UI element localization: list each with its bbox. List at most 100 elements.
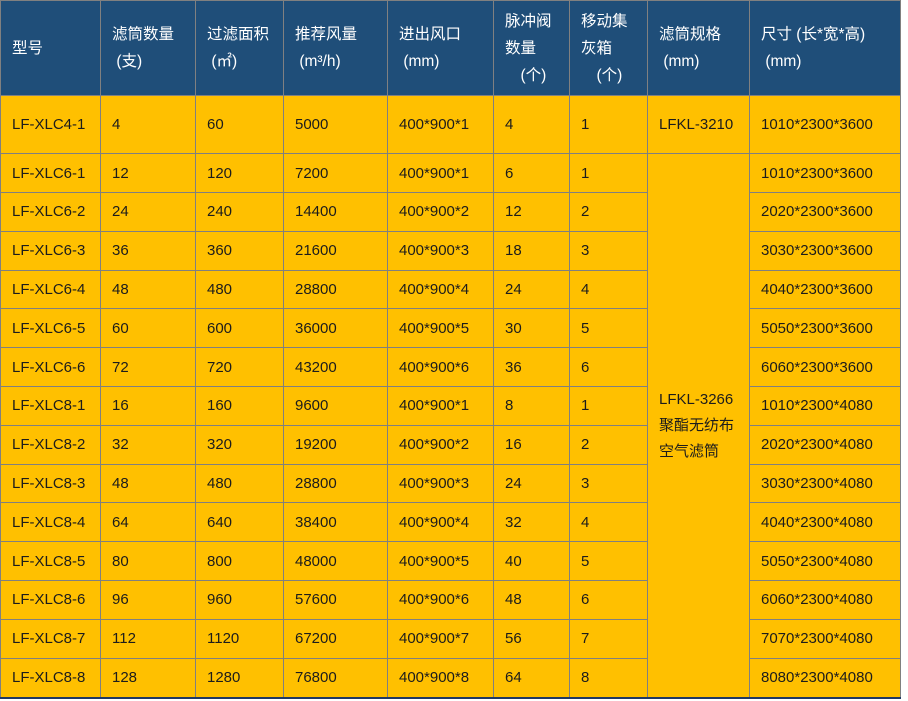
cell-inlet-outlet: 400*900*4 bbox=[388, 270, 494, 309]
cell-pulse-valves: 8 bbox=[494, 386, 570, 425]
cell-airflow: 7200 bbox=[284, 154, 388, 193]
header-cell-inlet-outlet: 进出风口 (mm) bbox=[388, 1, 494, 96]
cell-pulse-valves: 40 bbox=[494, 542, 570, 581]
table-row: LF-XLC8-8128128076800400*900*86488080*23… bbox=[1, 658, 901, 698]
table-row: LF-XLC8-69696057600400*900*64866060*2300… bbox=[1, 580, 901, 619]
cell-dust-box: 6 bbox=[570, 348, 648, 387]
page: 型号滤筒数量 (支)过滤面积 (㎡)推荐风量 (m³/h)进出风口 (mm)脉冲… bbox=[0, 0, 908, 701]
table-row: LF-XLC4-14605000400*900*141LFKL-32101010… bbox=[1, 96, 901, 154]
cell-filter-area: 600 bbox=[196, 309, 284, 348]
cell-airflow: 38400 bbox=[284, 503, 388, 542]
cell-dimensions: 1010*2300*3600 bbox=[750, 96, 901, 154]
table-row: LF-XLC8-23232019200400*900*21622020*2300… bbox=[1, 425, 901, 464]
cell-filter-area: 120 bbox=[196, 154, 284, 193]
table-row: LF-XLC6-33636021600400*900*31833030*2300… bbox=[1, 231, 901, 270]
cell-inlet-outlet: 400*900*1 bbox=[388, 386, 494, 425]
cell-filter-area: 240 bbox=[196, 192, 284, 231]
cell-airflow: 48000 bbox=[284, 542, 388, 581]
cell-inlet-outlet: 400*900*7 bbox=[388, 619, 494, 658]
cell-dust-box: 5 bbox=[570, 309, 648, 348]
cell-filter-area: 800 bbox=[196, 542, 284, 581]
cell-filter-area: 320 bbox=[196, 425, 284, 464]
table-row: LF-XLC8-1161609600400*900*1811010*2300*4… bbox=[1, 386, 901, 425]
cell-airflow: 5000 bbox=[284, 96, 388, 154]
filter-spec-table: 型号滤筒数量 (支)过滤面积 (㎡)推荐风量 (m³/h)进出风口 (mm)脉冲… bbox=[0, 0, 901, 699]
cell-pulse-valves: 12 bbox=[494, 192, 570, 231]
cell-filter-area: 480 bbox=[196, 464, 284, 503]
cell-cartridge-qty: 36 bbox=[101, 231, 196, 270]
cell-model: LF-XLC4-1 bbox=[1, 96, 101, 154]
cell-cartridge-qty: 60 bbox=[101, 309, 196, 348]
header-cell-pulse-valves: 脉冲阀 数量 (个) bbox=[494, 1, 570, 96]
cell-dust-box: 1 bbox=[570, 96, 648, 154]
cell-cartridge-qty: 80 bbox=[101, 542, 196, 581]
cell-dust-box: 2 bbox=[570, 192, 648, 231]
cell-dimensions: 6060*2300*3600 bbox=[750, 348, 901, 387]
cell-cartridge-qty: 96 bbox=[101, 580, 196, 619]
cell-airflow: 57600 bbox=[284, 580, 388, 619]
cell-cartridge-qty: 16 bbox=[101, 386, 196, 425]
header-row: 型号滤筒数量 (支)过滤面积 (㎡)推荐风量 (m³/h)进出风口 (mm)脉冲… bbox=[1, 1, 901, 96]
cell-pulse-valves: 64 bbox=[494, 658, 570, 698]
cell-model: LF-XLC6-6 bbox=[1, 348, 101, 387]
cell-dimensions: 2020*2300*3600 bbox=[750, 192, 901, 231]
cell-cartridge-qty: 12 bbox=[101, 154, 196, 193]
cell-cartridge-qty: 64 bbox=[101, 503, 196, 542]
cell-model: LF-XLC8-8 bbox=[1, 658, 101, 698]
cell-dust-box: 3 bbox=[570, 231, 648, 270]
cell-airflow: 21600 bbox=[284, 231, 388, 270]
header-cell-airflow: 推荐风量 (m³/h) bbox=[284, 1, 388, 96]
cell-cartridge-spec: LFKL-3266 聚酯无纺布 空气滤筒 bbox=[648, 154, 750, 698]
cell-dust-box: 6 bbox=[570, 580, 648, 619]
cell-filter-area: 160 bbox=[196, 386, 284, 425]
cell-filter-area: 1120 bbox=[196, 619, 284, 658]
cell-airflow: 19200 bbox=[284, 425, 388, 464]
cell-inlet-outlet: 400*900*5 bbox=[388, 542, 494, 581]
cell-filter-area: 1280 bbox=[196, 658, 284, 698]
header-cell-dust-box: 移动集 灰箱 (个) bbox=[570, 1, 648, 96]
cell-model: LF-XLC8-4 bbox=[1, 503, 101, 542]
cell-cartridge-qty: 24 bbox=[101, 192, 196, 231]
cell-dimensions: 6060*2300*4080 bbox=[750, 580, 901, 619]
cell-airflow: 43200 bbox=[284, 348, 388, 387]
cell-dimensions: 7070*2300*4080 bbox=[750, 619, 901, 658]
cell-model: LF-XLC8-3 bbox=[1, 464, 101, 503]
cell-filter-area: 60 bbox=[196, 96, 284, 154]
table-row: LF-XLC6-22424014400400*900*21222020*2300… bbox=[1, 192, 901, 231]
table-row: LF-XLC8-46464038400400*900*43244040*2300… bbox=[1, 503, 901, 542]
cell-dust-box: 1 bbox=[570, 154, 648, 193]
cell-filter-area: 720 bbox=[196, 348, 284, 387]
cell-pulse-valves: 48 bbox=[494, 580, 570, 619]
cell-pulse-valves: 24 bbox=[494, 464, 570, 503]
cell-dust-box: 2 bbox=[570, 425, 648, 464]
cell-dimensions: 4040*2300*3600 bbox=[750, 270, 901, 309]
cell-airflow: 67200 bbox=[284, 619, 388, 658]
cell-model: LF-XLC8-5 bbox=[1, 542, 101, 581]
cell-dimensions: 4040*2300*4080 bbox=[750, 503, 901, 542]
table-header: 型号滤筒数量 (支)过滤面积 (㎡)推荐风量 (m³/h)进出风口 (mm)脉冲… bbox=[1, 1, 901, 96]
cell-model: LF-XLC6-1 bbox=[1, 154, 101, 193]
cell-dimensions: 3030*2300*4080 bbox=[750, 464, 901, 503]
cell-airflow: 76800 bbox=[284, 658, 388, 698]
cell-dimensions: 1010*2300*4080 bbox=[750, 386, 901, 425]
cell-cartridge-qty: 112 bbox=[101, 619, 196, 658]
cell-filter-area: 480 bbox=[196, 270, 284, 309]
cell-dimensions: 3030*2300*3600 bbox=[750, 231, 901, 270]
table-row: LF-XLC8-7112112067200400*900*75677070*23… bbox=[1, 619, 901, 658]
cell-model: LF-XLC6-4 bbox=[1, 270, 101, 309]
cell-dimensions: 5050*2300*4080 bbox=[750, 542, 901, 581]
cell-dust-box: 7 bbox=[570, 619, 648, 658]
cell-pulse-valves: 30 bbox=[494, 309, 570, 348]
cell-cartridge-qty: 32 bbox=[101, 425, 196, 464]
table-row: LF-XLC6-44848028800400*900*42444040*2300… bbox=[1, 270, 901, 309]
cell-dust-box: 1 bbox=[570, 386, 648, 425]
cell-cartridge-qty: 48 bbox=[101, 464, 196, 503]
cell-inlet-outlet: 400*900*2 bbox=[388, 425, 494, 464]
table-row: LF-XLC8-34848028800400*900*32433030*2300… bbox=[1, 464, 901, 503]
cell-cartridge-qty: 128 bbox=[101, 658, 196, 698]
cell-inlet-outlet: 400*900*1 bbox=[388, 96, 494, 154]
cell-model: LF-XLC6-2 bbox=[1, 192, 101, 231]
cell-pulse-valves: 16 bbox=[494, 425, 570, 464]
header-cell-cartridge-qty: 滤筒数量 (支) bbox=[101, 1, 196, 96]
cell-dust-box: 8 bbox=[570, 658, 648, 698]
